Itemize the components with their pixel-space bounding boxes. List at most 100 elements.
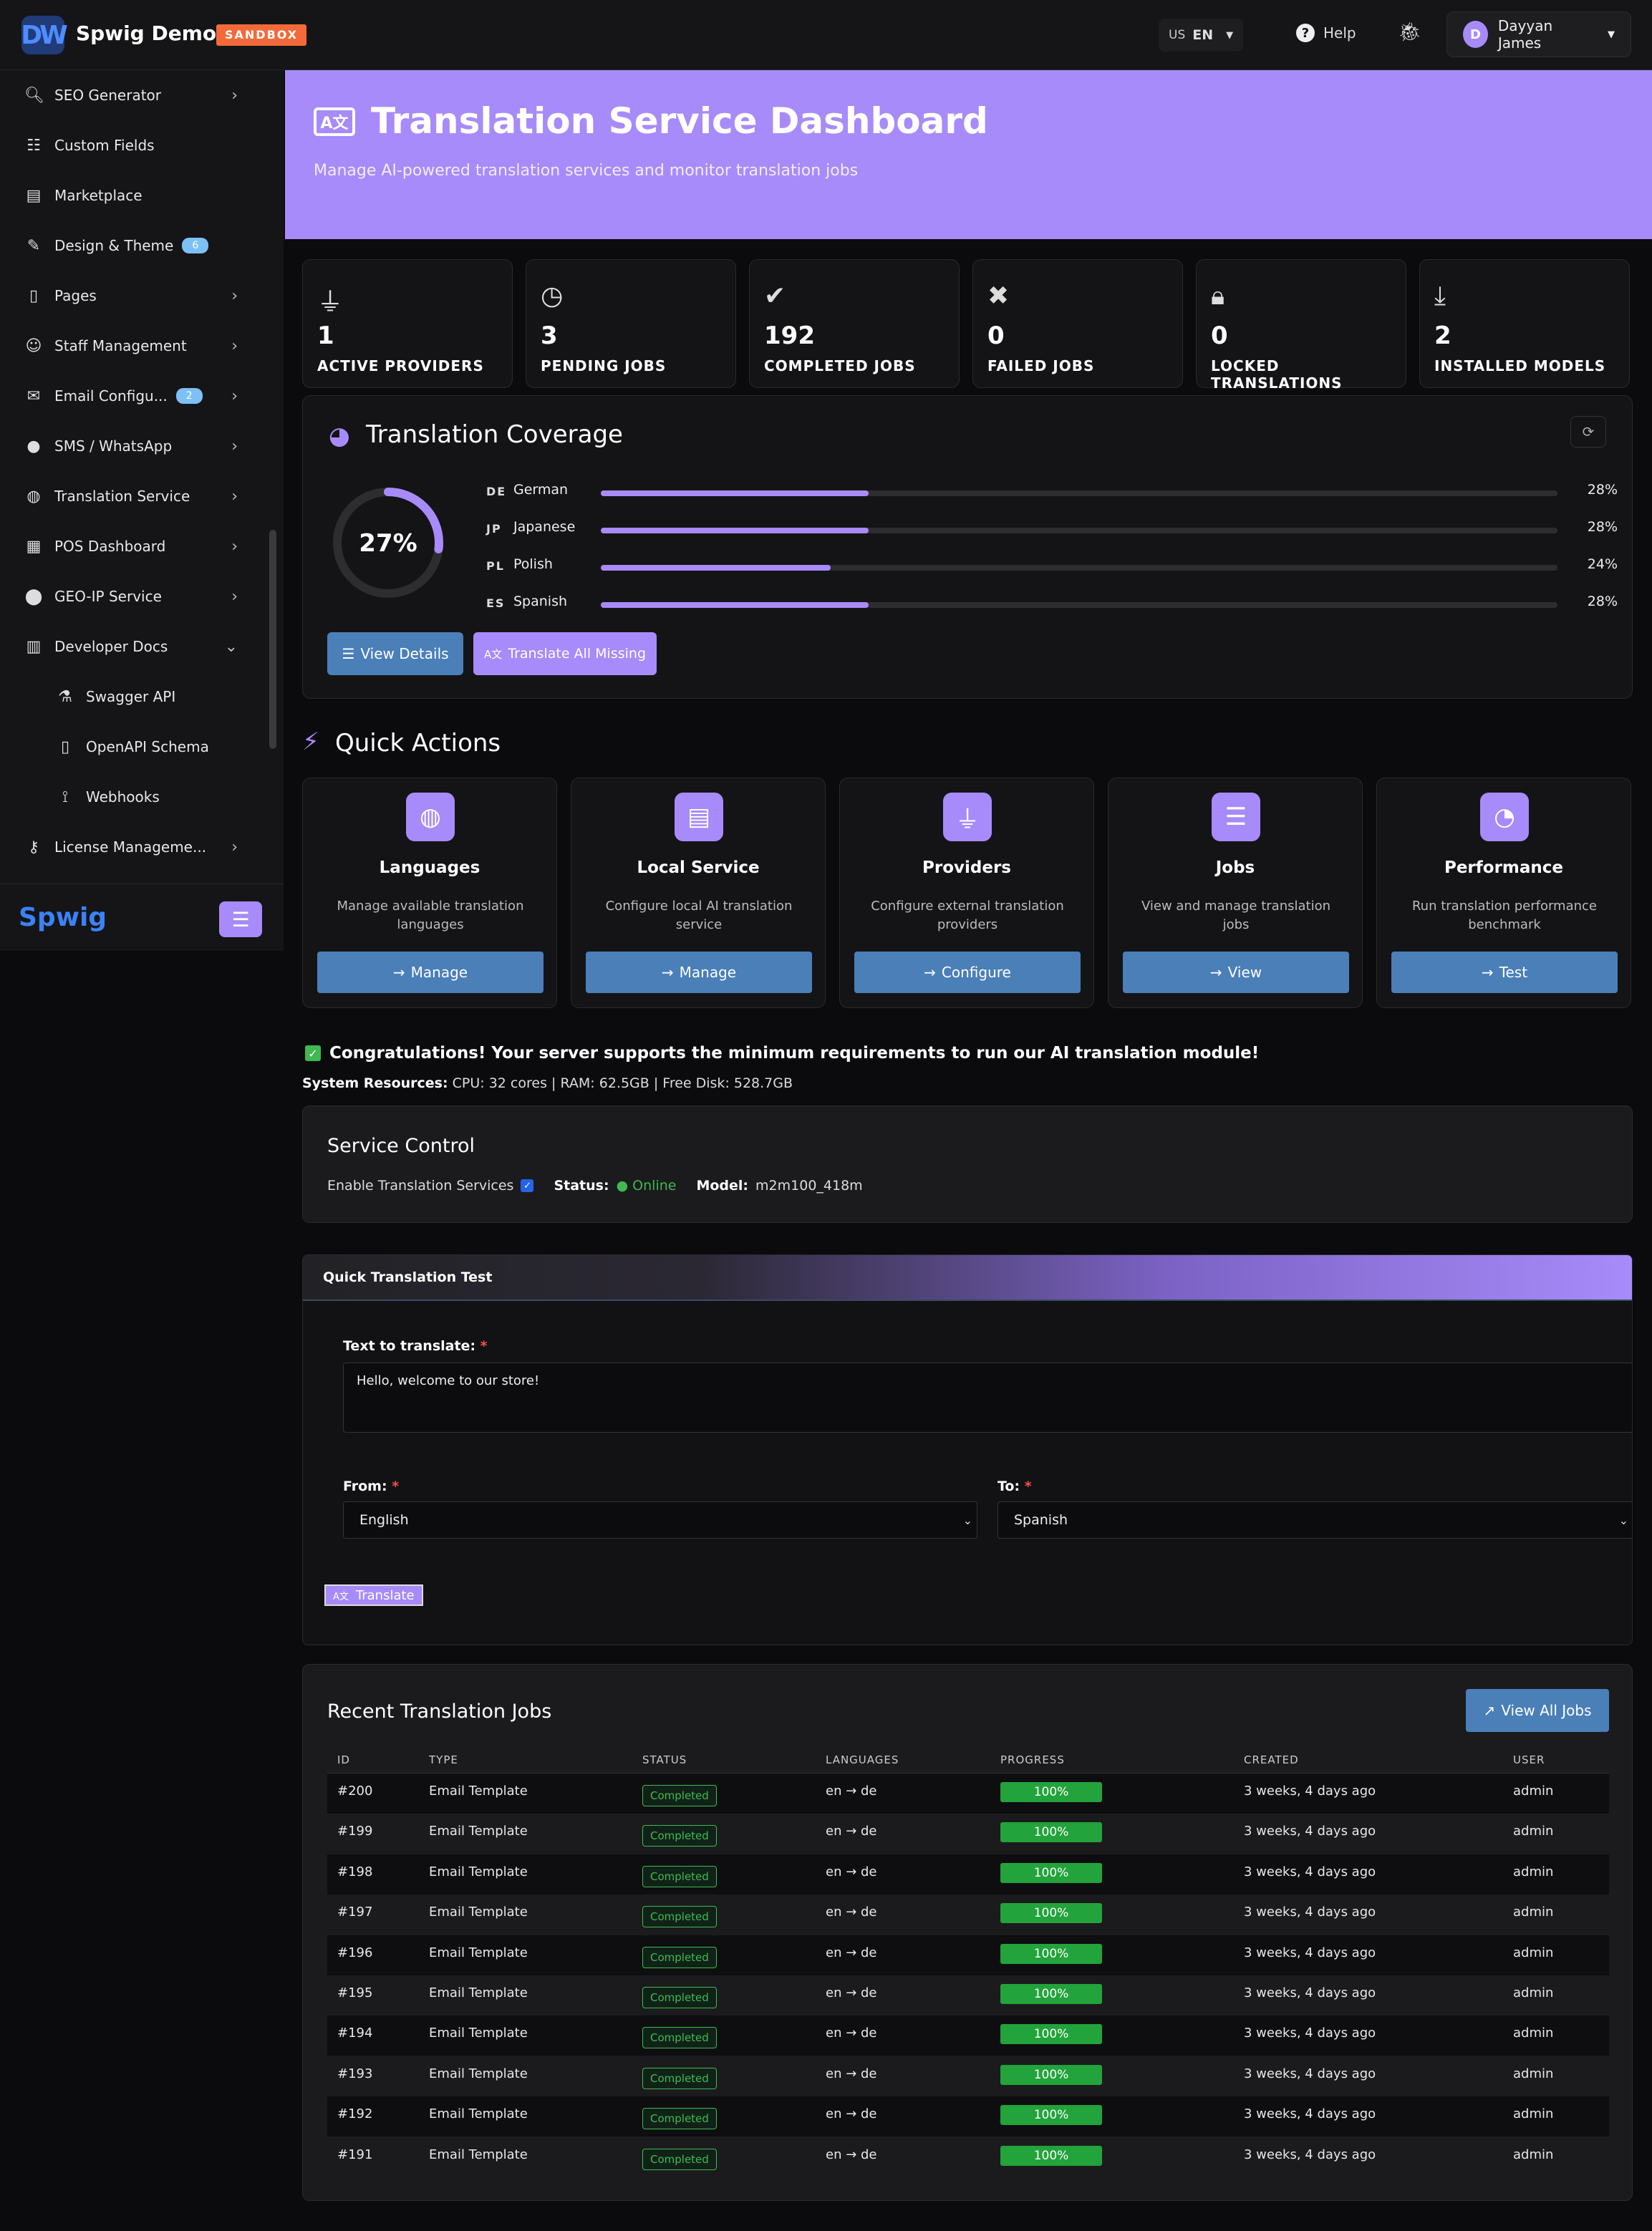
quick-action-button[interactable]: → Configure xyxy=(854,952,1081,993)
translate-all-missing-button[interactable]: A文 Translate All Missing xyxy=(473,632,657,675)
quick-action-button[interactable]: → Manage xyxy=(586,952,812,993)
job-id[interactable]: #197 xyxy=(337,1905,372,1920)
sidebar-item-translation-service[interactable]: ◍ Translation Service › xyxy=(0,471,266,521)
column-header[interactable]: CREATED xyxy=(1244,1753,1299,1766)
bolt-icon: ⚡︎ xyxy=(302,727,319,756)
job-id[interactable]: #196 xyxy=(337,1945,372,1960)
job-id[interactable]: #193 xyxy=(337,2066,372,2081)
job-user: admin xyxy=(1513,1905,1554,1920)
quick-action-desc: View and manage translation jobs xyxy=(1141,899,1331,932)
globe-icon: ◍ xyxy=(26,487,41,505)
to-language-select[interactable]: Spanish ⌄ xyxy=(998,1501,1632,1539)
table-row[interactable]: #191 Email Template Completed en → de 10… xyxy=(327,2137,1609,2177)
sidebar-item-design-theme[interactable]: ✎ Design & Theme 6 xyxy=(0,221,266,271)
status-badge: Completed xyxy=(642,1785,717,1806)
table-row[interactable]: #200 Email Template Completed en → de 10… xyxy=(327,1773,1609,1814)
sidebar-item-marketplace[interactable]: ▤ Marketplace xyxy=(0,170,266,221)
stat-card: ⏚ 1 ACTIVE PROVIDERS xyxy=(302,259,513,388)
table-row[interactable]: #197 Email Template Completed en → de 10… xyxy=(327,1894,1609,1935)
translate-button-label: Translate xyxy=(355,1587,415,1603)
language-code: DE xyxy=(486,485,507,498)
language-name: Polish xyxy=(513,556,553,572)
footer-logo[interactable]: Spwig xyxy=(19,903,107,932)
job-id[interactable]: #192 xyxy=(337,2106,372,2121)
job-id[interactable]: #199 xyxy=(337,1824,372,1839)
stat-label: COMPLETED JOBS xyxy=(764,357,916,374)
sidebar-item-sms-whatsapp[interactable]: ● SMS / WhatsApp › xyxy=(0,421,266,471)
user-menu[interactable]: D Dayyan James ▼ xyxy=(1446,11,1631,57)
table-row[interactable]: #198 Email Template Completed en → de 10… xyxy=(327,1854,1609,1894)
job-id[interactable]: #200 xyxy=(337,1784,372,1799)
quick-action-button[interactable]: → View xyxy=(1123,952,1349,993)
language-selector[interactable]: US EN ▼ xyxy=(1159,19,1244,52)
arrow-right-icon: → xyxy=(924,964,936,981)
quick-action-button-label: Manage xyxy=(410,964,468,981)
refresh-button[interactable]: ⟳ xyxy=(1570,416,1606,447)
table-row[interactable]: #193 Email Template Completed en → de 10… xyxy=(327,2056,1609,2096)
column-header[interactable]: ID xyxy=(337,1753,350,1766)
from-language-select[interactable]: English ⌄ xyxy=(343,1501,977,1539)
text-to-translate-input[interactable]: Hello, welcome to our store! xyxy=(343,1363,1632,1433)
sidebar-item-label: OpenAPI Schema xyxy=(86,738,209,755)
list-icon: ☰ xyxy=(1212,793,1260,841)
user-cog-icon: ☺ xyxy=(25,337,42,355)
quick-action-button[interactable]: → Test xyxy=(1391,952,1618,993)
job-type: Email Template xyxy=(429,1824,528,1839)
sidebar-item-license-manageme[interactable]: ⚷ License Manageme... › xyxy=(0,822,266,872)
sidebar-item-email-configu[interactable]: ✉ Email Configu... 2 › xyxy=(0,371,266,421)
status-badge: Completed xyxy=(642,1906,717,1928)
app-logo[interactable]: DW xyxy=(21,16,68,54)
sidebar-item-seo-generator[interactable]: 🔍︎ SEO Generator › xyxy=(0,70,266,120)
brush-icon: ✎ xyxy=(26,236,41,255)
job-type: Email Template xyxy=(429,1985,528,2000)
view-details-button[interactable]: ☰ View Details xyxy=(327,632,463,675)
job-id[interactable]: #191 xyxy=(337,2147,372,2162)
table-row[interactable]: #196 Email Template Completed en → de 10… xyxy=(327,1935,1609,1975)
table-row[interactable]: #192 Email Template Completed en → de 10… xyxy=(327,2096,1609,2137)
stat-card: 🔒︎ 0 LOCKED TRANSLATIONS xyxy=(1196,259,1406,392)
server-icon: ▤ xyxy=(675,793,723,841)
table-row[interactable]: #195 Email Template Completed en → de 10… xyxy=(327,1975,1609,2015)
country-code: US xyxy=(1169,28,1186,42)
translation-coverage-card: ◕ Translation Coverage ⟳ 27% DE German 2… xyxy=(302,395,1633,699)
sidebar-item-developer-docs[interactable]: ▥ Developer Docs ⌄ xyxy=(0,621,266,672)
job-id[interactable]: #198 xyxy=(337,1864,372,1879)
job-type: Email Template xyxy=(429,1864,528,1879)
job-id[interactable]: #194 xyxy=(337,2026,372,2041)
service-control-row: Enable Translation Services ✓ Status: ● … xyxy=(327,1178,863,1194)
view-all-jobs-button[interactable]: ↗ View All Jobs xyxy=(1466,1689,1609,1732)
coverage-bar-fill xyxy=(601,565,831,571)
table-row[interactable]: #199 Email Template Completed en → de 10… xyxy=(327,1814,1609,1854)
sidebar-item-geo-ip-service[interactable]: ⬤ GEO-IP Service › xyxy=(0,571,266,621)
table-row[interactable]: #194 Email Template Completed en → de 10… xyxy=(327,2015,1609,2056)
enable-services-checkbox[interactable]: ✓ xyxy=(521,1179,534,1192)
help-label: Help xyxy=(1323,24,1356,42)
quick-action-button[interactable]: → Manage xyxy=(317,952,544,993)
sidebar-item-label: SMS / WhatsApp xyxy=(54,437,173,455)
sidebar-item-swagger-api[interactable]: ⚗ Swagger API xyxy=(0,672,266,722)
recent-jobs-card: Recent Translation Jobs ↗ View All Jobs I… xyxy=(302,1664,1633,2201)
sidebar-item-staff-management[interactable]: ☺ Staff Management › xyxy=(0,321,266,371)
translate-button[interactable]: A文 Translate xyxy=(324,1584,423,1606)
column-header[interactable]: USER xyxy=(1513,1753,1545,1766)
bug-report-icon[interactable]: 🐞︎ xyxy=(1398,21,1421,43)
column-header[interactable]: PROGRESS xyxy=(1000,1753,1065,1766)
column-header[interactable]: LANGUAGES xyxy=(826,1753,899,1766)
sidebar-toggle-button[interactable]: ☰ xyxy=(219,901,262,937)
quick-action-title: Jobs xyxy=(1215,858,1255,877)
avatar: D xyxy=(1463,21,1488,48)
sidebar-item-pages[interactable]: ▯ Pages › xyxy=(0,271,266,321)
column-header[interactable]: TYPE xyxy=(429,1753,458,1766)
job-languages: en → de xyxy=(826,1945,877,1960)
quick-action-providers: ⏚ Providers Configure external translati… xyxy=(839,778,1094,1008)
coverage-bar xyxy=(601,565,1557,571)
app-title[interactable]: Spwig Demo xyxy=(76,21,216,45)
sidebar-item-pos-dashboard[interactable]: ▦ POS Dashboard › xyxy=(0,521,266,571)
job-id[interactable]: #195 xyxy=(337,1985,372,2000)
sidebar-item-openapi-schema[interactable]: ▯ OpenAPI Schema xyxy=(0,722,266,772)
column-header[interactable]: STATUS xyxy=(642,1753,687,1766)
sidebar-scrollbar[interactable] xyxy=(269,530,276,749)
sidebar-item-webhooks[interactable]: ⟟ Webhooks xyxy=(0,772,266,822)
sidebar-item-custom-fields[interactable]: ☷ Custom Fields xyxy=(0,120,266,170)
help-link[interactable]: ? Help xyxy=(1296,24,1356,42)
